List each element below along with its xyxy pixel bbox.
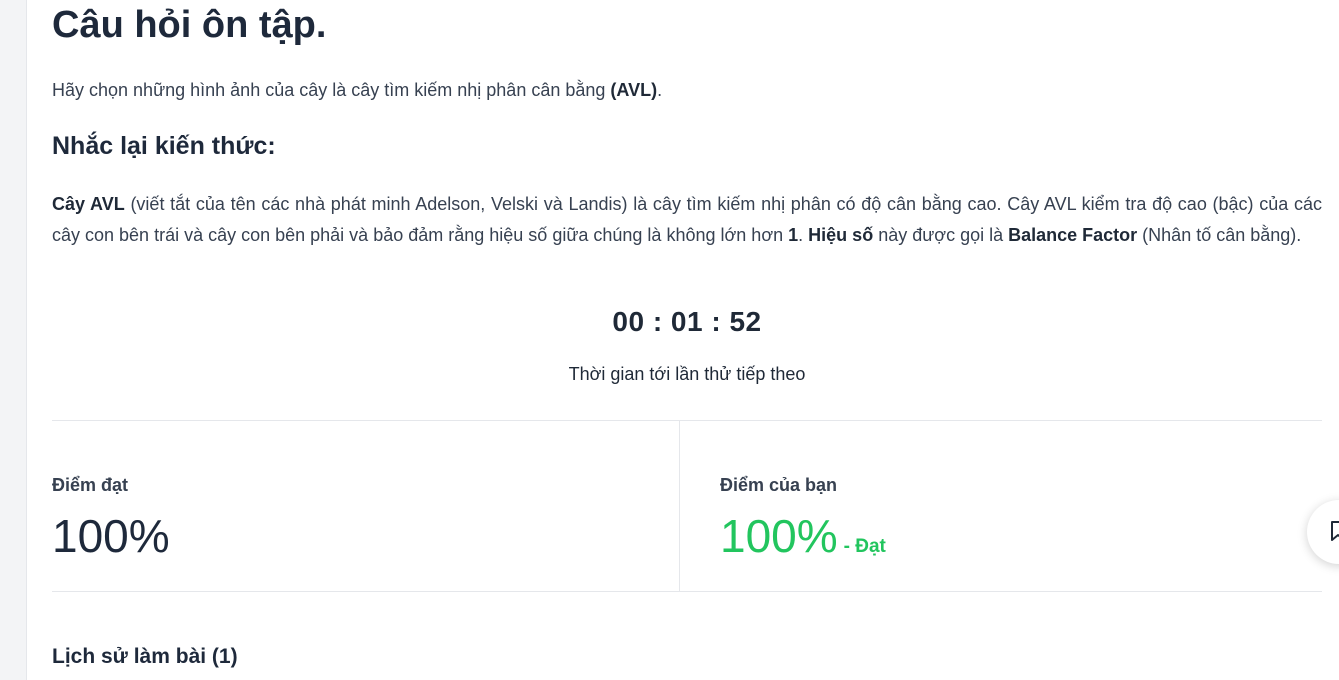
passing-score-column: Điểm đạt 100% xyxy=(52,421,680,591)
knowledge-number: 1 xyxy=(788,225,799,245)
your-score-row: 100% - Đạt xyxy=(720,509,886,563)
knowledge-text: này được gọi là xyxy=(873,225,1009,245)
page-title: Câu hỏi ôn tập. xyxy=(52,4,327,46)
score-panel: Điểm đạt 100% Điểm của bạn 100% - Đạt xyxy=(52,420,1322,592)
knowledge-paragraph: Cây AVL (viết tắt của tên các nhà phát m… xyxy=(52,189,1322,251)
knowledge-term: Hiệu số xyxy=(808,225,874,245)
left-rail xyxy=(0,0,27,680)
timer-caption: Thời gian tới lần thử tiếp theo xyxy=(568,364,806,384)
prompt-text: Hãy chọn những hình ảnh của cây là cây t… xyxy=(52,80,611,100)
status-badge: - Đạt xyxy=(843,536,886,557)
countdown-timer: 00 : 01 : 52 xyxy=(612,306,762,337)
your-score-value: 100% xyxy=(720,510,838,562)
prompt-bold: (AVL) xyxy=(610,80,658,100)
knowledge-text: (Nhân tố cân bằng). xyxy=(1137,225,1302,245)
knowledge-term: Cây AVL xyxy=(52,194,125,214)
question-prompt: Hãy chọn những hình ảnh của cây là cây t… xyxy=(52,80,662,101)
bookmark-icon xyxy=(1327,520,1339,542)
knowledge-heading: Nhắc lại kiến thức: xyxy=(52,132,276,160)
knowledge-term: Balance Factor xyxy=(1008,225,1138,245)
your-score-label: Điểm của bạn xyxy=(720,475,838,495)
attempt-history-heading[interactable]: Lịch sử làm bài (1) xyxy=(52,645,238,669)
passing-score-label: Điểm đạt xyxy=(52,475,129,495)
knowledge-text: . xyxy=(798,225,809,245)
your-score-column: Điểm của bạn 100% - Đạt xyxy=(680,421,1322,591)
passing-score-value: 100% xyxy=(52,510,170,562)
prompt-end: . xyxy=(657,80,663,100)
